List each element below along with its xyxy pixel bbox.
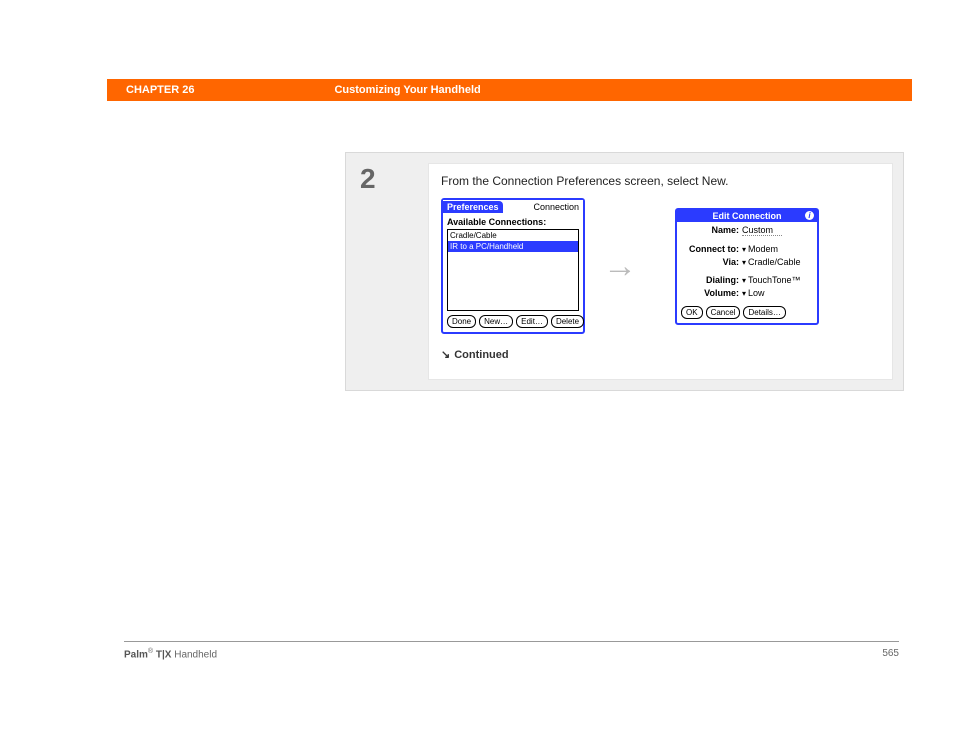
step-container: 2 From the Connection Preferences screen… xyxy=(345,152,904,391)
palm-titlebar: Preferences Connection xyxy=(443,200,583,214)
details-button[interactable]: Details… xyxy=(743,306,785,319)
footer-product: Palm® T|X Handheld xyxy=(124,648,217,660)
connect-to-label: Connect to: xyxy=(681,244,742,254)
continued-indicator: ↘ Continued xyxy=(441,348,880,361)
palm-tab-connection[interactable]: Connection xyxy=(533,202,583,212)
page-number: 565 xyxy=(882,648,899,660)
palm-body: Name: Custom Connect to: Modem Via: Crad… xyxy=(677,222,817,323)
dialing-dropdown[interactable]: TouchTone™ xyxy=(742,275,801,285)
continued-label: Continued xyxy=(454,349,508,361)
info-icon[interactable]: i xyxy=(805,211,814,220)
step-number: 2 xyxy=(360,163,376,195)
palm-button-row: Done New… Edit… Delete xyxy=(447,315,579,328)
done-button[interactable]: Done xyxy=(447,315,476,328)
connections-list[interactable]: Cradle/Cable IR to a PC/Handheld xyxy=(447,229,579,311)
palm-titlebar: Edit Connection i xyxy=(677,210,817,222)
palm-tab-preferences[interactable]: Preferences xyxy=(443,201,503,213)
screenshots-row: Preferences Connection Available Connect… xyxy=(441,198,880,334)
palm-button-row: OK Cancel Details… xyxy=(681,306,813,319)
page-footer: Palm® T|X Handheld 565 xyxy=(124,648,899,660)
palm-edit-connection-screen: Edit Connection i Name: Custom Connect t… xyxy=(675,208,819,325)
continued-arrow-icon: ↘ xyxy=(441,349,450,361)
edit-connection-title: Edit Connection xyxy=(713,211,782,221)
dialing-label: Dialing: xyxy=(681,275,742,285)
chapter-title: Customizing Your Handheld xyxy=(334,84,480,96)
cancel-button[interactable]: Cancel xyxy=(706,306,741,319)
delete-button[interactable]: Delete xyxy=(551,315,584,328)
step-instruction: From the Connection Preferences screen, … xyxy=(441,174,880,188)
volume-label: Volume: xyxy=(681,288,742,298)
list-item[interactable]: IR to a PC/Handheld xyxy=(448,241,578,252)
via-dropdown[interactable]: Cradle/Cable xyxy=(742,257,801,267)
name-field[interactable]: Custom xyxy=(742,225,782,236)
available-connections-label: Available Connections: xyxy=(447,217,579,227)
arrow-right-icon: → xyxy=(603,247,637,286)
ok-button[interactable]: OK xyxy=(681,306,703,319)
via-label: Via: xyxy=(681,257,742,267)
footer-rule xyxy=(124,641,899,642)
connect-to-dropdown[interactable]: Modem xyxy=(742,244,778,254)
edit-button[interactable]: Edit… xyxy=(516,315,548,328)
name-label: Name: xyxy=(681,225,742,235)
new-button[interactable]: New… xyxy=(479,315,513,328)
list-item[interactable]: Cradle/Cable xyxy=(448,230,578,241)
palm-body: Available Connections: Cradle/Cable IR t… xyxy=(443,214,583,332)
chapter-label: CHAPTER 26 xyxy=(126,84,194,96)
chapter-header-bar: CHAPTER 26 Customizing Your Handheld xyxy=(107,79,912,101)
palm-preferences-screen: Preferences Connection Available Connect… xyxy=(441,198,585,334)
step-content: From the Connection Preferences screen, … xyxy=(428,163,893,380)
volume-dropdown[interactable]: Low xyxy=(742,288,765,298)
